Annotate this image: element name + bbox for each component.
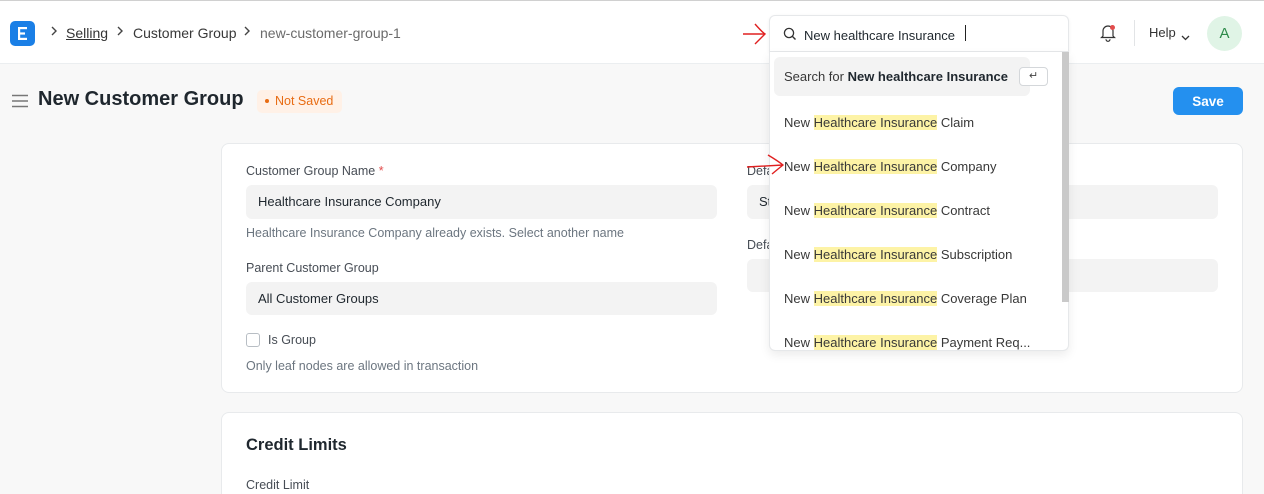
result-item[interactable]: New Healthcare Insurance Subscription [784,247,1012,262]
label-text: Customer Group Name [246,164,376,178]
result-prefix: New [784,291,814,306]
search-for-query: New healthcare Insurance [847,69,1008,84]
is-group-help: Only leaf nodes are allowed in transacti… [246,359,479,373]
status-dot [265,98,269,103]
result-highlight: Healthcare Insurance [813,159,938,174]
annotation-arrow-icon [746,154,785,175]
required-mark: * [378,164,384,178]
credit-limit-label: Credit Limit [246,478,310,492]
chevron-right-icon [50,24,58,38]
result-highlight: Healthcare Insurance [813,247,938,262]
result-suffix: Subscription [937,247,1013,262]
result-suffix: Coverage Plan [937,291,1027,306]
is-group-label: Is Group [268,333,316,347]
search-for-prefix: Search for [784,69,848,84]
save-button[interactable]: Save [1173,87,1243,115]
customer-group-name-input[interactable]: Healthcare Insurance Company [246,185,717,219]
credit-limits-title: Credit Limits [246,436,347,454]
search-for-label[interactable]: Search for New healthcare Insurance [784,69,1008,84]
sidebar-toggle-icon[interactable] [12,94,28,111]
result-prefix: New [784,159,814,174]
customer-group-name-label: Customer Group Name * [246,164,384,178]
breadcrumb-selling[interactable]: Selling [66,25,108,41]
annotation-arrow-icon [743,23,767,45]
result-prefix: New [784,335,814,350]
result-suffix: Contract [937,203,990,218]
navbar-divider [1134,20,1135,46]
result-item[interactable]: New Healthcare Insurance Coverage Plan [784,291,1027,306]
chevron-right-icon [116,24,124,38]
search-icon [783,27,797,44]
page-title: New Customer Group [38,88,244,110]
result-prefix: New [784,203,814,218]
status-text: Not Saved [275,94,334,108]
parent-customer-group-input[interactable]: All Customer Groups [246,282,717,315]
notification-dot [1110,25,1115,30]
result-highlight: Healthcare Insurance [813,335,938,350]
result-prefix: New [784,115,814,130]
result-item[interactable]: New Healthcare Insurance Contract [784,203,990,218]
app-logo-icon[interactable] [10,21,35,46]
user-avatar[interactable]: A [1207,16,1242,51]
search-results-dropdown [769,52,1069,351]
result-item[interactable]: New Healthcare Insurance Payment Req... [784,335,1030,350]
result-suffix: Claim [937,115,975,130]
result-highlight: Healthcare Insurance [813,291,938,306]
window-top-border [0,0,1264,3]
search-input[interactable] [804,25,1054,45]
breadcrumb-customer-group[interactable]: Customer Group [133,25,236,41]
dropdown-scrollbar[interactable] [1062,52,1069,302]
name-validation-message: Healthcare Insurance Company already exi… [246,226,624,240]
text-caret [965,25,966,41]
result-highlight: Healthcare Insurance [813,203,938,218]
chevron-right-icon [243,24,251,38]
is-group-checkbox[interactable] [246,333,260,347]
enter-key-icon: ↵ [1019,67,1048,86]
result-suffix: Company [937,159,997,174]
result-item[interactable]: New Healthcare Insurance Company [784,159,996,174]
help-menu[interactable]: Help [1149,25,1176,40]
awesomebar-search[interactable] [769,15,1069,52]
breadcrumb-current-doc[interactable]: new-customer-group-1 [260,25,401,41]
parent-customer-group-label: Parent Customer Group [246,261,379,275]
result-highlight: Healthcare Insurance [813,115,938,130]
result-prefix: New [784,247,814,262]
result-suffix: Payment Req... [937,335,1031,350]
status-badge: Not Saved [257,90,343,113]
chevron-down-icon[interactable] [1181,29,1190,44]
credit-limits-card [221,412,1243,494]
result-item[interactable]: New Healthcare Insurance Claim [784,115,974,130]
